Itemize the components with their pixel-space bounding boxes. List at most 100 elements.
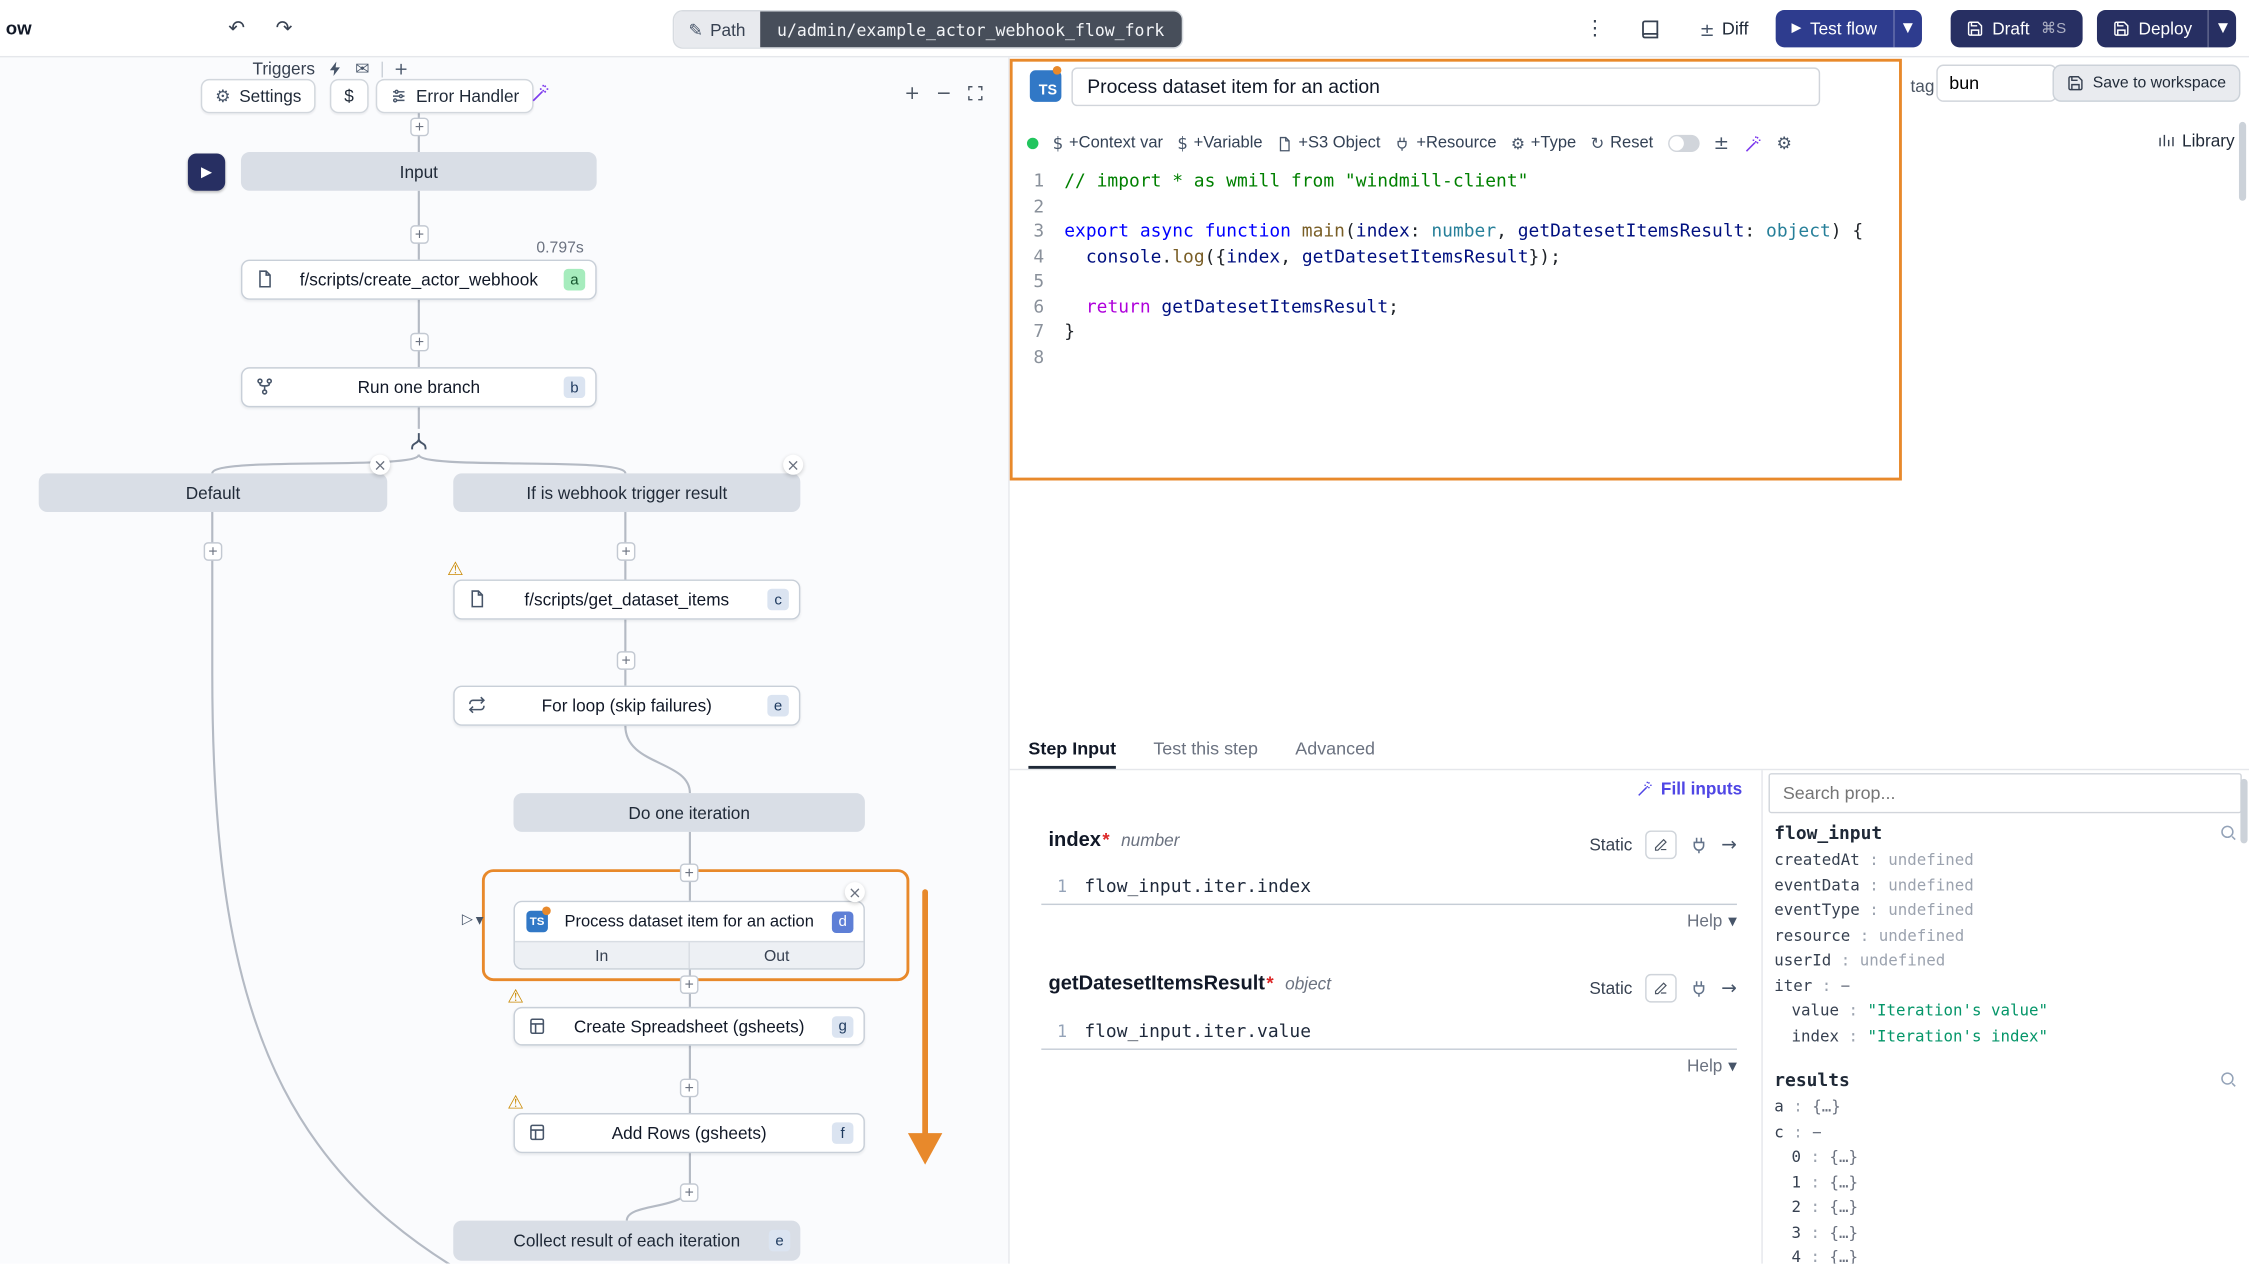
fit-view-button[interactable] — [961, 80, 990, 106]
add-type-button[interactable]: ⚙+Type — [1511, 134, 1576, 153]
tree-row-value[interactable]: value : "Iteration's value" — [1774, 998, 2237, 1023]
triggers-bar[interactable]: Triggers ✉ + — [252, 57, 408, 80]
search-icon[interactable] — [2219, 823, 2238, 842]
step-title-input[interactable] — [1071, 67, 1820, 106]
tree-row-0[interactable]: 0 : {…} — [1774, 1145, 2237, 1170]
settings-button[interactable]: ⚙ Settings — [201, 79, 316, 113]
add-step-connector[interactable] — [680, 975, 699, 994]
add-step-connector[interactable] — [617, 542, 636, 561]
tree-row-c[interactable]: c : − — [1774, 1119, 2237, 1144]
node-create-actor-webhook[interactable]: f/scripts/create_actor_webhook a — [241, 260, 597, 300]
field-result-expression[interactable]: 1 flow_input.iter.value — [1041, 1013, 1737, 1050]
node-input[interactable]: Input — [241, 152, 597, 191]
tree-row-4[interactable]: 4 : {…} — [1774, 1245, 2237, 1264]
tree-row-iter[interactable]: iter : − — [1774, 973, 2237, 998]
section-header[interactable]: flow_input — [1774, 822, 2237, 844]
add-s3-object-button[interactable]: +S3 Object — [1277, 135, 1381, 152]
static-values-button[interactable]: $ — [330, 79, 368, 113]
tree-row-eventType[interactable]: eventType : undefined — [1774, 898, 2237, 923]
tree-row-1[interactable]: 1 : {…} — [1774, 1170, 2237, 1195]
draft-button[interactable]: Draft ⌘S — [1951, 10, 2082, 47]
redo-button[interactable]: ↷ — [267, 11, 301, 45]
search-icon[interactable] — [2219, 1070, 2238, 1089]
scrollbar-thumb[interactable] — [2240, 779, 2247, 844]
node-tab-out[interactable]: Out — [688, 942, 863, 969]
node-collect-result[interactable]: Collect result of each iteration e — [453, 1221, 800, 1261]
add-step-connector[interactable] — [410, 225, 429, 244]
tab-step-input[interactable]: Step Input — [1028, 731, 1116, 768]
tree-row-index[interactable]: index : "Iteration's index" — [1774, 1023, 2237, 1048]
help-link[interactable]: Help ▼ — [1687, 1056, 1737, 1076]
node-default-branch[interactable]: Default — [39, 473, 388, 512]
add-step-connector[interactable] — [410, 118, 429, 137]
add-branch-button[interactable] — [407, 430, 430, 460]
tree-row-createdAt[interactable]: createdAt : undefined — [1774, 848, 2237, 873]
tree-row-userId[interactable]: userId : undefined — [1774, 948, 2237, 973]
zoom-in-button[interactable]: + — [898, 80, 927, 106]
arrow-right-icon[interactable]: → — [1721, 834, 1737, 856]
fill-inputs-button[interactable]: Fill inputs — [1637, 779, 1743, 799]
node-run-one-branch[interactable]: Run one branch b — [241, 367, 597, 407]
deploy-dropdown[interactable]: ▼ — [2208, 10, 2237, 47]
deploy-button[interactable]: Deploy — [2097, 10, 2208, 47]
add-resource-button[interactable]: +Resource — [1395, 135, 1497, 152]
tree-row-eventData[interactable]: eventData : undefined — [1774, 873, 2237, 898]
diff-icon[interactable]: ± — [1713, 133, 1729, 155]
add-step-connector[interactable] — [204, 542, 223, 561]
run-step-button[interactable]: ▷▼ — [462, 912, 484, 928]
plug-icon[interactable] — [1690, 979, 1709, 998]
test-flow-dropdown[interactable]: ▼ — [1893, 10, 1922, 47]
tree-row-a[interactable]: a : {…} — [1774, 1094, 2237, 1119]
node-do-one-iteration[interactable]: Do one iteration — [513, 793, 864, 832]
zoom-out-button[interactable]: − — [929, 80, 958, 106]
add-step-connector[interactable] — [680, 1079, 699, 1098]
error-handler-button[interactable]: Error Handler — [376, 79, 534, 113]
plus-icon[interactable]: + — [394, 59, 408, 79]
add-step-connector[interactable] — [680, 1183, 699, 1202]
diff-button[interactable]: ± Diff — [1700, 13, 1749, 45]
close-branch-button[interactable] — [783, 455, 803, 475]
undo-button[interactable]: ↶ — [219, 11, 253, 45]
arrow-right-icon[interactable]: → — [1721, 977, 1737, 999]
tab-test-this-step[interactable]: Test this step — [1153, 731, 1258, 768]
add-step-connector[interactable] — [617, 651, 636, 670]
section-header[interactable]: results — [1774, 1069, 2237, 1091]
wand-icon[interactable] — [1743, 134, 1762, 153]
node-create-spreadsheet[interactable]: Create Spreadsheet (gsheets) g — [513, 1007, 864, 1046]
field-index-expression[interactable]: 1 flow_input.iter.index — [1041, 868, 1737, 905]
flow-canvas[interactable]: Triggers ✉ + ⚙ Settings $ Error Handler … — [0, 57, 1010, 1263]
node-if-branch[interactable]: If is webhook trigger result — [453, 473, 800, 512]
node-tab-in[interactable]: In — [515, 942, 689, 969]
tag-input[interactable] — [1936, 65, 2056, 102]
tree-row-3[interactable]: 3 : {…} — [1774, 1220, 2237, 1245]
code-editor[interactable]: 1// import * as wmill from "windmill-cli… — [1013, 168, 1897, 475]
search-prop-input[interactable] — [1769, 773, 2242, 813]
tree-row-2[interactable]: 2 : {…} — [1774, 1195, 2237, 1220]
editor-toggle[interactable] — [1668, 135, 1700, 152]
gear-icon[interactable]: ⚙ — [1776, 133, 1791, 153]
close-branch-button[interactable] — [370, 455, 390, 475]
path-input[interactable]: ✎ Path u/admin/example_actor_webhook_flo… — [674, 11, 1181, 47]
docs-button[interactable] — [1632, 11, 1666, 45]
add-step-connector[interactable] — [410, 333, 429, 352]
delete-step-button[interactable] — [845, 882, 865, 902]
run-from-input-button[interactable]: ▶ — [188, 153, 225, 190]
ai-assistant-button[interactable] — [531, 83, 551, 110]
library-button[interactable]: Library — [2158, 131, 2235, 151]
scrollbar-thumb[interactable] — [2239, 122, 2246, 201]
kebab-menu-button[interactable]: ⋮ — [1578, 11, 1612, 45]
tab-advanced[interactable]: Advanced — [1295, 731, 1375, 768]
add-step-connector[interactable] — [680, 863, 699, 882]
plug-icon[interactable] — [1690, 835, 1709, 854]
reset-button[interactable]: ↻Reset — [1591, 133, 1654, 153]
test-flow-button[interactable]: ▶ Test flow — [1776, 10, 1893, 47]
node-for-loop[interactable]: For loop (skip failures) e — [453, 686, 800, 726]
tree-row-resource[interactable]: resource : undefined — [1774, 923, 2237, 948]
edit-mode-button[interactable] — [1645, 974, 1677, 1003]
node-get-dataset-items[interactable]: f/scripts/get_dataset_items c — [453, 579, 800, 619]
edit-mode-button[interactable] — [1645, 830, 1677, 859]
node-process-dataset-item[interactable]: TS Process dataset item for an action d … — [513, 901, 864, 970]
save-to-workspace-button[interactable]: Save to workspace — [2053, 65, 2241, 102]
node-add-rows[interactable]: Add Rows (gsheets) f — [513, 1113, 864, 1153]
help-link[interactable]: Help ▼ — [1687, 911, 1737, 931]
